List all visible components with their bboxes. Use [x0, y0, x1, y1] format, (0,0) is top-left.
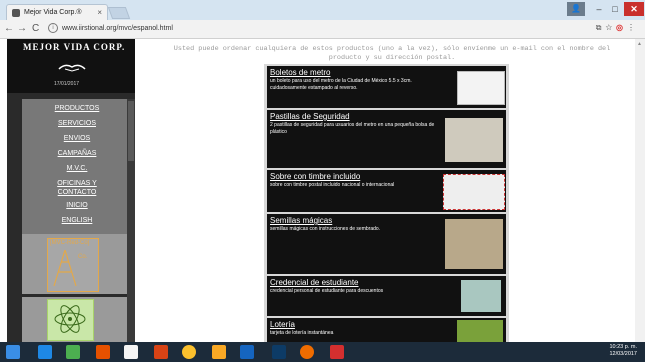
student-card-image [461, 280, 501, 312]
menu-item-inicio[interactable]: INICIO [22, 201, 132, 210]
product-card[interactable]: Credencial de estudiante credencial pers… [267, 276, 506, 316]
sidebar-scroll-thumb[interactable] [128, 101, 134, 161]
menu-icon[interactable]: ⋮ [627, 23, 639, 32]
clock-date: 12/03/2017 [609, 351, 637, 357]
lottery-image [457, 320, 503, 342]
product-card[interactable]: Boletos de metro un boleto para uso del … [267, 66, 506, 108]
clock-time: 10:23 p. m. [609, 344, 637, 350]
product-card[interactable]: Semillas mágicas semillas mágicas con in… [267, 214, 506, 274]
word-icon[interactable] [240, 345, 254, 359]
firefox-icon[interactable] [154, 345, 168, 359]
logo-text: MEJOR VIDA CORP. [23, 42, 126, 52]
back-icon[interactable]: ← [4, 22, 14, 36]
photoshop-icon[interactable] [272, 345, 286, 359]
menu-item-servicios[interactable]: SERVICIOS [22, 119, 132, 128]
menu-item-productos[interactable]: PRODUCTOS [22, 104, 132, 113]
tower-icon [53, 249, 77, 287]
info-icon[interactable]: i [48, 23, 58, 34]
scroll-up-icon[interactable]: ▲ [637, 41, 642, 47]
tab-close-icon[interactable]: × [97, 5, 102, 21]
product-list: Boletos de metro un boleto para uso del … [264, 64, 509, 342]
tab-bar: Mejor Vida Corp.® × 👤 – □ ✕ [0, 0, 645, 21]
favicon-icon [12, 9, 20, 17]
system-tray[interactable]: 10:23 p. m. 12/03/2017 [609, 344, 637, 358]
product-desc: credencial personal de estudiante para d… [270, 288, 384, 294]
menu-item-mvc[interactable]: M.V.C. [22, 164, 132, 173]
app-icon[interactable] [96, 345, 110, 359]
order-note: Usted puede ordenar cualquiera de estos … [173, 45, 611, 62]
product-card[interactable]: Sobre con timbre incluido sobre con timb… [267, 170, 506, 212]
chrome-icon[interactable] [182, 345, 196, 359]
pills-image [445, 118, 503, 162]
product-card[interactable]: Lotería tarjeta de lotería instantánea [267, 318, 506, 342]
browser-toolbar: ← → C i www.iirstional.org/mvc/espanol.ht… [0, 20, 645, 39]
new-tab-button[interactable] [107, 7, 131, 19]
logo[interactable]: MEJOR VIDA CORP. 17/01/2017 [7, 39, 135, 93]
product-title[interactable]: Sobre con timbre incluido [270, 172, 360, 181]
media-icon[interactable] [300, 345, 314, 359]
product-title[interactable]: Semillas mágicas [270, 216, 332, 225]
user-icon[interactable]: 👤 [567, 2, 585, 16]
powerpoint-icon[interactable] [330, 345, 344, 359]
menu-item-envios[interactable]: ENVIOS [22, 134, 132, 143]
envelope-image [443, 174, 505, 210]
toolbar-icons: ⧉☆◎⋮ [596, 23, 639, 33]
opera-icon[interactable]: ◎ [616, 23, 627, 32]
page-content: MEJOR VIDA CORP. 17/01/2017 PRODUCTOS SE… [0, 39, 645, 342]
product-card[interactable]: Pastillas de Seguridad 2 pastillas de se… [267, 110, 506, 168]
product-desc: sobre con timbre postal incluido naciona… [270, 182, 395, 188]
page-scrollbar[interactable]: ▲ [635, 39, 645, 342]
product-desc: tarjeta de lotería instantánea [270, 330, 334, 336]
product-title[interactable]: Boletos de metro [270, 68, 330, 77]
start-icon[interactable] [6, 345, 20, 359]
atom-icon [54, 305, 86, 333]
menu-item-oficinas[interactable]: OFICINAS Y CONTACTO [52, 179, 102, 197]
handshake-icon [58, 64, 86, 72]
product-desc: semillas mágicas con instrucciones de se… [270, 226, 381, 232]
explorer-icon[interactable] [212, 345, 226, 359]
url-text: www.iirstional.org/mvc/espanol.html [62, 25, 173, 32]
sidebar-badge-atom[interactable] [22, 297, 132, 342]
sidebar: MEJOR VIDA CORP. 17/01/2017 PRODUCTOS SE… [7, 39, 135, 342]
file-icon[interactable] [124, 345, 138, 359]
product-title[interactable]: Lotería [270, 320, 295, 329]
close-button[interactable]: ✕ [624, 2, 644, 16]
address-bar[interactable]: i www.iirstional.org/mvc/espanol.html [48, 22, 578, 36]
badge-label: [MVC-Red-Co] [50, 240, 90, 246]
excel-icon[interactable] [66, 345, 80, 359]
reload-icon[interactable]: C [32, 22, 39, 36]
product-title[interactable]: Credencial de estudiante [270, 278, 359, 287]
badge-co: Co. [78, 254, 88, 260]
product-title[interactable]: Pastillas de Seguridad [270, 112, 350, 121]
taskbar: 10:23 p. m. 12/03/2017 [0, 342, 645, 362]
product-desc: un boleto para uso del metro de la Ciuda… [270, 78, 412, 91]
tab-title: Mejor Vida Corp.® [24, 9, 82, 16]
seeds-image [445, 219, 503, 269]
star-icon[interactable]: ☆ [605, 23, 616, 32]
maximize-button[interactable]: □ [608, 2, 622, 16]
product-desc: 2 pastillas de seguridad para usuarios d… [270, 122, 435, 135]
ie-icon[interactable] [38, 345, 52, 359]
menu-item-campanas[interactable]: CAMPAÑAS [22, 149, 132, 158]
sidebar-badge-tower[interactable]: [MVC-Red-Co] Co. [22, 234, 132, 294]
logo-date: 17/01/2017 [54, 81, 80, 87]
browser-tab[interactable]: Mejor Vida Corp.® × [6, 4, 108, 21]
sidebar-scrollbar[interactable] [127, 99, 135, 342]
menu-item-english[interactable]: ENGLISH [22, 216, 132, 225]
minimize-button[interactable]: – [592, 2, 606, 16]
metro-ticket-image [457, 71, 505, 105]
forward-icon[interactable]: → [17, 22, 27, 36]
